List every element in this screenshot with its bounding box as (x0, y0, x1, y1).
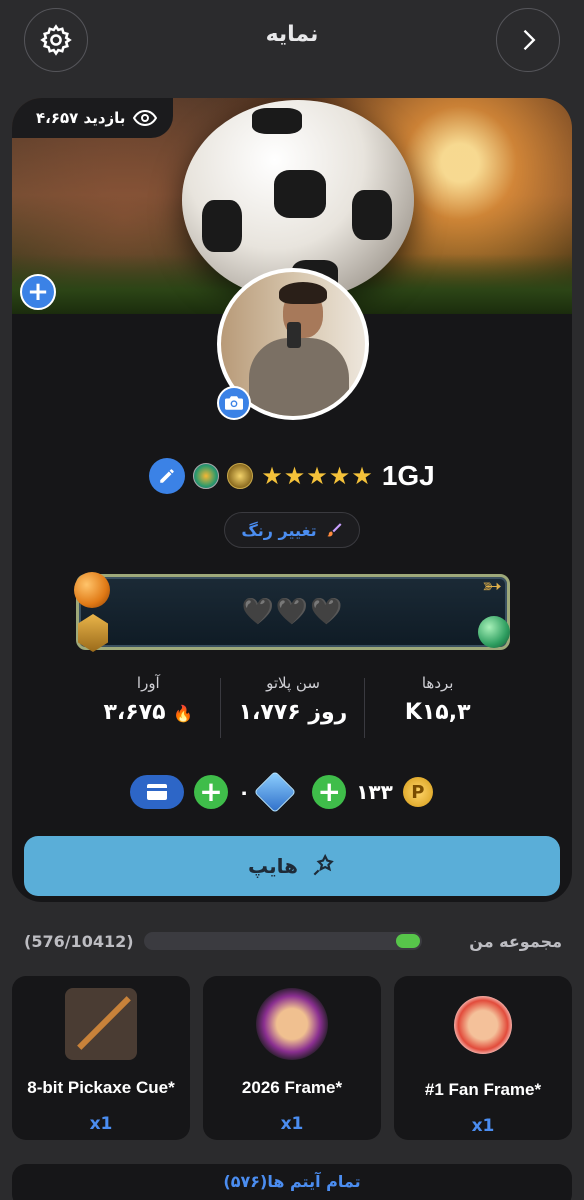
coin-symbol: P (411, 781, 425, 803)
pencil-icon (160, 469, 174, 483)
stat-account-age: سن پلاتو ۱،۷۷۶ روز (221, 674, 366, 744)
change-color-label: تغییر رنگ (241, 520, 317, 540)
coin-icon: P (402, 777, 433, 807)
stat-value: ۱،۷۷۶ روز (238, 700, 348, 725)
collection-progress-bar (144, 932, 422, 950)
item-card-pickaxe[interactable]: 8-bit Pickaxe Cue* x1 (12, 976, 190, 1140)
item-title: 8-bit Pickaxe Cue* (27, 1078, 175, 1097)
stat-value: K۱۵,۳ (404, 700, 471, 725)
stat-label: آورا (136, 674, 160, 692)
plus-icon: + (199, 775, 223, 808)
plus-icon: + (27, 277, 49, 307)
basketball-orb-icon (74, 572, 110, 608)
rating-stars: ★★★★★ (261, 462, 374, 490)
collection-row: (576/10412) مجموعه من (24, 928, 562, 954)
chevron-right-icon (523, 29, 536, 51)
hype-button[interactable]: هایپ (24, 836, 560, 896)
views-badge: ۴،۶۵۷ بازدید (12, 98, 174, 138)
stat-wins: بردها K۱۵,۳ (365, 674, 510, 744)
stat-value-number: ۳،۶۷۵ (103, 700, 166, 725)
banner-hearts: 🖤🖤🖤 (241, 597, 345, 627)
coins-value: ۱۳۳ (356, 780, 393, 804)
eye-icon (133, 109, 158, 127)
rank-badge-icon (227, 463, 254, 489)
item-title: #1 Fan Frame* (424, 1080, 542, 1099)
frame-2026-image (256, 988, 328, 1060)
edit-name-button[interactable] (149, 458, 186, 494)
top-bar: نمایه (0, 0, 584, 84)
collection-progress-fill (396, 934, 420, 948)
stat-label: سن پلاتو (266, 674, 320, 692)
profile-frame-banner: 🖤🖤🖤 (76, 574, 510, 650)
wallet-icon (147, 784, 167, 800)
profile-card: ۴،۶۵۷ بازدید + ★★★★★ 1GJ تغییر رنگ 🖤🖤🖤 ➳… (12, 98, 572, 902)
paintbrush-icon (326, 523, 342, 537)
add-coins-button[interactable]: + (312, 775, 347, 809)
collection-count: (576/10412) (24, 931, 134, 951)
hype-label: هایپ (247, 854, 299, 878)
change-color-button[interactable]: تغییر رنگ (224, 512, 360, 548)
item-quantity: x1 (280, 1114, 304, 1134)
back-button[interactable] (496, 8, 560, 72)
all-items-label: تمام آیتم ها(۵۷۶) (223, 1172, 361, 1191)
currency-row: + ۰ + ۱۳۳ P (130, 770, 454, 814)
item-title: 2026 Frame* (241, 1078, 343, 1097)
arrow-ornament-icon: ➳ (482, 572, 503, 600)
item-quantity: x1 (471, 1116, 495, 1136)
username: 1GJ (381, 460, 435, 491)
views-count: ۴،۶۵۷ بازدید (36, 109, 126, 127)
plus-icon: + (317, 775, 341, 808)
fan-frame-image (454, 996, 512, 1054)
item-quantity: x1 (89, 1114, 113, 1134)
gem-dice-icon (254, 770, 297, 814)
collection-items: 8-bit Pickaxe Cue* x1 2026 Frame* x1 #1 … (12, 976, 572, 1140)
add-cover-button[interactable]: + (20, 274, 56, 310)
camera-icon (225, 396, 243, 410)
stat-aura: آورا ۳،۶۷۵ 🔥 (76, 674, 221, 744)
achievement-badge-icon (193, 463, 220, 489)
change-avatar-button[interactable] (217, 386, 251, 420)
rocket-star-icon (313, 853, 334, 876)
add-gems-button[interactable]: + (194, 775, 228, 809)
gems-value: ۰ (238, 780, 251, 804)
item-card-fan-frame[interactable]: #1 Fan Frame* x1 (394, 976, 572, 1140)
flame-icon: 🔥 (173, 704, 194, 723)
pickaxe-cue-image (65, 988, 137, 1060)
planet-orb-icon (478, 616, 510, 648)
stats-row: بردها K۱۵,۳ سن پلاتو ۱،۷۷۶ روز آورا ۳،۶۷… (76, 674, 510, 744)
item-card-2026-frame[interactable]: 2026 Frame* x1 (203, 976, 381, 1140)
wallet-button[interactable] (130, 775, 184, 809)
stat-label: بردها (421, 674, 454, 692)
all-items-button[interactable]: تمام آیتم ها(۵۷۶) (12, 1164, 572, 1200)
stat-value: ۳،۶۷۵ 🔥 (76, 700, 221, 725)
collection-title: مجموعه من (469, 931, 562, 951)
name-row: ★★★★★ 1GJ (12, 458, 572, 494)
